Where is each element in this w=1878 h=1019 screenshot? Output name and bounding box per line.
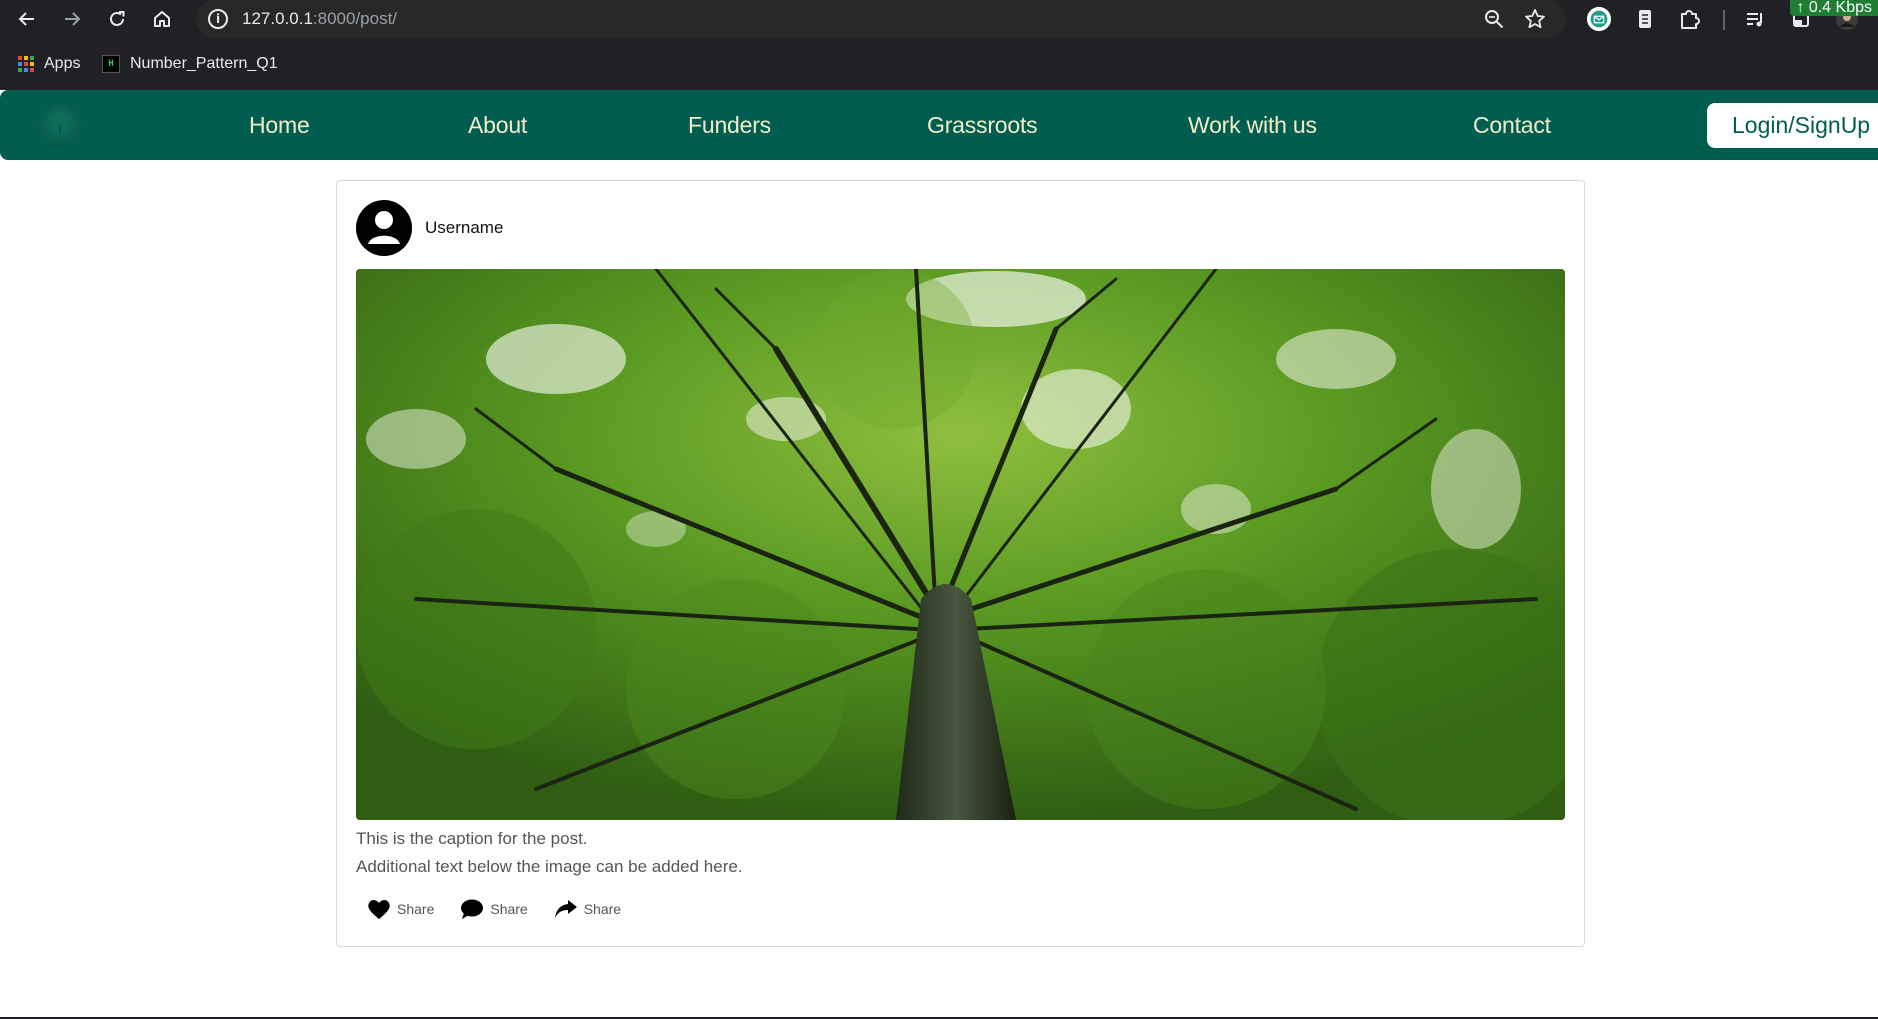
post-caption: This is the caption for the post. — [356, 829, 588, 848]
action-label: Share — [583, 901, 622, 917]
back-arrow-icon — [18, 12, 34, 26]
mail-extension-icon[interactable] — [1586, 6, 1612, 32]
post-image — [356, 269, 1565, 820]
browser-toolbar: i 127.0.0.1:8000/post/ ↑ 0.4 Kbps — [0, 0, 1878, 38]
url-text[interactable]: 127.0.0.1:8000/post/ — [242, 9, 397, 29]
user-avatar-icon[interactable] — [356, 200, 412, 256]
login-signup-button[interactable]: Login/SignUp — [1707, 103, 1878, 148]
nav-home[interactable]: Home — [249, 112, 310, 139]
site-logo[interactable] — [38, 103, 82, 147]
tree-logo-icon — [51, 111, 69, 134]
nav-contact[interactable]: Contact — [1473, 112, 1551, 139]
nav-funders[interactable]: Funders — [688, 112, 771, 139]
notes-extension-icon[interactable] — [1632, 6, 1658, 32]
action-label: Share — [397, 901, 435, 917]
nav-about[interactable]: About — [468, 112, 527, 139]
post-additional-text: Additional text below the image can be a… — [356, 857, 743, 876]
nav-grassroots[interactable]: Grassroots — [927, 112, 1038, 139]
apps-grid-icon — [18, 56, 34, 72]
heart-icon — [368, 900, 390, 919]
bookmark-star-icon[interactable] — [1524, 8, 1546, 30]
comment-button[interactable]: Share — [460, 896, 528, 922]
post-actions: Share Share Share — [367, 896, 621, 922]
site-info-icon[interactable]: i — [208, 9, 228, 29]
back-button[interactable] — [12, 4, 42, 34]
forward-arrow-icon — [65, 12, 81, 26]
address-bar[interactable]: i 127.0.0.1:8000/post/ — [196, 0, 1566, 38]
reload-icon — [110, 11, 125, 26]
home-button[interactable] — [147, 4, 177, 34]
toolbar-divider — [1723, 10, 1725, 30]
share-arrow-icon — [554, 900, 577, 918]
bookmark-apps[interactable]: Apps — [18, 52, 80, 76]
site-navbar: Home About Funders Grassroots Work with … — [0, 90, 1878, 160]
home-icon — [154, 11, 170, 27]
forward-button[interactable] — [57, 4, 87, 34]
bookmark-number-pattern[interactable]: H Number_Pattern_Q1 — [102, 52, 278, 76]
share-button[interactable]: Share — [554, 896, 621, 922]
nav-work-with-us[interactable]: Work with us — [1188, 112, 1317, 139]
bookmark-label: Number_Pattern_Q1 — [130, 55, 278, 72]
media-control-icon[interactable] — [1742, 6, 1768, 32]
bookmark-label: Apps — [44, 55, 81, 72]
reload-button[interactable] — [102, 4, 132, 34]
bookmarks-bar: Apps H Number_Pattern_Q1 — [0, 38, 1878, 90]
like-button[interactable]: Share — [367, 896, 434, 922]
comment-icon — [461, 899, 484, 919]
network-speed-badge: ↑ 0.4 Kbps — [1790, 0, 1878, 16]
tree-canopy-photo — [356, 269, 1565, 820]
action-label: Share — [490, 901, 528, 917]
post-card: Username This is the caption for the pos… — [336, 180, 1585, 947]
post-username[interactable]: Username — [425, 218, 503, 238]
extensions-puzzle-icon[interactable] — [1676, 6, 1702, 32]
hackerrank-icon: H — [102, 55, 120, 73]
zoom-icon[interactable] — [1483, 8, 1505, 30]
